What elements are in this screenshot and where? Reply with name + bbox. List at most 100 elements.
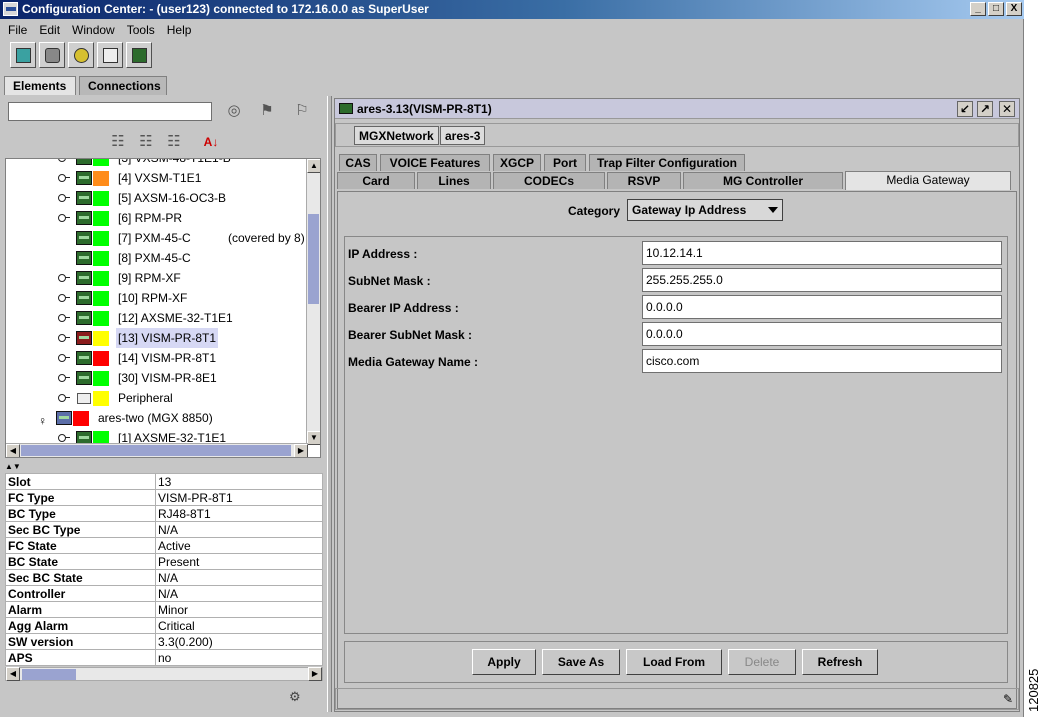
scroll-right-icon[interactable]: ▶ (294, 444, 308, 457)
scroll-thumb[interactable] (22, 669, 76, 680)
menu-edit[interactable]: Edit (33, 20, 66, 40)
scroll-thumb[interactable] (21, 445, 291, 456)
search-input[interactable] (8, 102, 212, 121)
tab-port[interactable]: Port (544, 154, 586, 171)
split-arrows-icon[interactable]: ▲▼ (5, 462, 21, 471)
tree-item[interactable]: Peripheral (6, 388, 306, 408)
network-status-icon[interactable]: ⚙ (289, 689, 301, 705)
status-square (93, 191, 109, 206)
tab-elements[interactable]: Elements (4, 76, 76, 95)
tree-item-label: [30] VISM-PR-8E1 (118, 371, 217, 385)
windows-tool-button[interactable] (97, 42, 123, 68)
tree-item[interactable]: [8] PXM-45-C (6, 248, 306, 268)
minimize-internal-icon[interactable]: ↙ (957, 101, 973, 117)
scroll-left-icon[interactable]: ◀ (6, 667, 20, 681)
expand-icon[interactable] (58, 274, 70, 282)
breadcrumb-node[interactable]: ares-3 (440, 126, 486, 145)
tab-voice-features[interactable]: VOICE Features (380, 154, 490, 171)
tree-vertical-scrollbar[interactable]: ▲ ▼ (306, 159, 320, 445)
tree-item[interactable]: [7] PXM-45-C (covered by 8) (6, 228, 306, 248)
tab-codecs[interactable]: CODECs (493, 172, 605, 189)
expand-icon[interactable] (58, 294, 70, 302)
tree-item[interactable]: [4] VXSM-T1E1 (6, 168, 306, 188)
scroll-up-icon[interactable]: ▲ (307, 159, 320, 173)
expand-icon[interactable] (58, 374, 70, 382)
group-alt-icon[interactable]: ☷ (135, 132, 157, 152)
tree-item[interactable]: [12] AXSME-32-T1E1 (6, 308, 306, 328)
find-next-icon[interactable]: ⚐ (291, 101, 313, 121)
save-as-button[interactable]: Save As (542, 649, 620, 675)
tab-connections[interactable]: Connections (79, 76, 167, 95)
element-tree: [3] VXSM-48-T1E1-B [4] VXSM-T1E1 [5] AXS… (5, 158, 321, 458)
tree-item[interactable]: [30] VISM-PR-8E1 (6, 368, 306, 388)
tab-xgcp[interactable]: XGCP (493, 154, 541, 171)
tab-lines[interactable]: Lines (417, 172, 491, 189)
panel-splitter[interactable] (327, 96, 332, 712)
delete-button[interactable]: Delete (728, 649, 796, 675)
cube-tool-button[interactable] (10, 42, 36, 68)
expand-icon[interactable] (58, 159, 70, 162)
maximize-button[interactable]: □ (988, 2, 1004, 16)
menu-tools[interactable]: Tools (121, 20, 161, 40)
category-select[interactable]: Gateway Ip Address (627, 199, 783, 221)
tree-item[interactable]: [13] VISM-PR-8T1 (6, 328, 306, 348)
menu-window[interactable]: Window (66, 20, 121, 40)
media-gateway-panel: Category Gateway Ip Address IP Address :… (337, 191, 1017, 709)
bearer-subnet-mask-field[interactable]: 0.0.0.0 (642, 322, 1002, 346)
breadcrumb-network[interactable]: MGXNetwork (354, 126, 439, 145)
restore-internal-icon[interactable]: ↗ (977, 101, 993, 117)
scroll-down-icon[interactable]: ▼ (307, 431, 320, 445)
expand-icon[interactable] (58, 194, 70, 202)
scroll-right-icon[interactable]: ▶ (308, 667, 322, 681)
expand-icon[interactable] (58, 314, 70, 322)
properties-horizontal-scrollbar[interactable]: ◀ ▶ (5, 667, 323, 681)
tab-card[interactable]: Card (337, 172, 415, 189)
tree-item-label: [14] VISM-PR-8T1 (118, 351, 217, 365)
expand-icon[interactable] (58, 174, 70, 182)
scroll-left-icon[interactable]: ◀ (6, 444, 20, 457)
expand-icon[interactable] (58, 354, 70, 362)
tree-item-label: [5] AXSM-16-OC3-B (118, 191, 227, 205)
sort-az-icon[interactable]: A↓ (200, 132, 222, 152)
tab-cas[interactable]: CAS (339, 154, 377, 171)
load-from-button[interactable]: Load From (626, 649, 722, 675)
tree-horizontal-scrollbar[interactable]: ◀ ▶ (6, 443, 308, 457)
subnet-mask-field[interactable]: 255.255.255.0 (642, 268, 1002, 292)
tab-mg-controller[interactable]: MG Controller (683, 172, 843, 189)
tab-rsvp[interactable]: RSVP (607, 172, 681, 189)
tab-trap-filter-configuration[interactable]: Trap Filter Configuration (589, 154, 745, 171)
find-node-icon[interactable]: ⚑ (256, 101, 278, 121)
tree-item[interactable]: [6] RPM-PR (6, 208, 306, 228)
minimize-button[interactable]: _ (970, 2, 986, 16)
menu-help[interactable]: Help (161, 20, 198, 40)
tree-item[interactable]: [9] RPM-XF (6, 268, 306, 288)
badge-tool-button[interactable] (68, 42, 94, 68)
table-row: Sec BC Type N/A (5, 521, 323, 538)
close-button[interactable]: X (1006, 2, 1022, 16)
tab-media-gateway[interactable]: Media Gateway (845, 171, 1011, 190)
connect-tool-button[interactable] (39, 42, 65, 68)
expand-icon[interactable] (58, 334, 70, 342)
expand-icon[interactable] (58, 394, 70, 402)
media-gateway-name-field[interactable]: cisco.com (642, 349, 1002, 373)
card-tool-button[interactable] (126, 42, 152, 68)
tree-item[interactable]: [3] VXSM-48-T1E1-B (6, 159, 306, 168)
group-third-icon[interactable]: ☷ (163, 132, 185, 152)
close-internal-icon[interactable]: ✕ (999, 101, 1015, 117)
refresh-button[interactable]: Refresh (802, 649, 878, 675)
tree-item[interactable]: [5] AXSM-16-OC3-B (6, 188, 306, 208)
binoculars-icon[interactable]: ◎ (223, 101, 245, 121)
expand-icon[interactable] (58, 434, 70, 442)
pin-icon[interactable]: ✎ (1000, 691, 1016, 707)
apply-button[interactable]: Apply (472, 649, 536, 675)
expand-icon[interactable] (58, 214, 70, 222)
menu-file[interactable]: File (2, 20, 33, 40)
tree-item[interactable]: ♀ ares-two (MGX 8850) (6, 408, 306, 428)
bearer-ip-address-field[interactable]: 0.0.0.0 (642, 295, 1002, 319)
group-icon[interactable]: ☷ (107, 132, 129, 152)
ip-address-field[interactable]: 10.12.14.1 (642, 241, 1002, 265)
scroll-thumb[interactable] (308, 214, 319, 304)
tree-item[interactable]: [10] RPM-XF (6, 288, 306, 308)
category-select-value: Gateway Ip Address (632, 203, 747, 217)
tree-item[interactable]: [14] VISM-PR-8T1 (6, 348, 306, 368)
